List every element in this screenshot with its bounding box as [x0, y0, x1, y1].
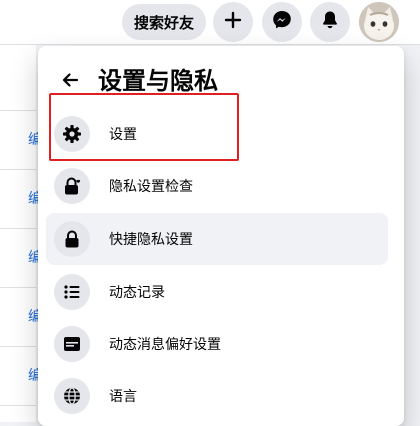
divider	[0, 287, 36, 288]
menu-item-label: 语言	[109, 389, 137, 405]
list-icon	[54, 274, 90, 310]
divider	[0, 228, 36, 229]
menu-item-label: 动态记录	[109, 285, 165, 301]
menu-item-privacy-shortcuts[interactable]: 快捷隐私设置	[46, 213, 388, 265]
search-friends-label: 搜索好友	[133, 13, 194, 32]
menu-item-label: 设置	[109, 127, 137, 143]
menu-item-settings[interactable]: 设置	[46, 108, 388, 160]
divider	[0, 169, 36, 170]
background-page: 编 编 编 编 编	[0, 45, 42, 422]
back-button[interactable]	[52, 64, 88, 100]
messenger-button[interactable]	[262, 2, 302, 42]
divider	[0, 405, 36, 406]
lock-icon	[54, 221, 90, 257]
globe-icon	[54, 378, 90, 414]
menu-item-language[interactable]: 语言	[46, 370, 388, 422]
avatar[interactable]	[359, 2, 399, 42]
settings-privacy-panel: 设置与隐私 设置 隐私设置检查 快捷隐私设置 动态记录 动态消息偏好设置 语言	[38, 46, 404, 426]
divider	[0, 346, 36, 347]
menu-item-privacy-checkup[interactable]: 隐私设置检查	[46, 160, 388, 212]
arrow-left-icon	[61, 72, 79, 92]
plus-icon	[224, 11, 242, 33]
menu-item-label: 快捷隐私设置	[109, 232, 193, 248]
cat-avatar-image	[359, 2, 399, 42]
top-bar: 搜索好友	[0, 0, 420, 45]
menu-item-label: 动态消息偏好设置	[109, 337, 221, 353]
create-button[interactable]	[213, 2, 253, 42]
notifications-button[interactable]	[310, 2, 350, 42]
messenger-icon	[272, 10, 292, 34]
gear-icon	[54, 116, 90, 152]
menu-item-activity-log[interactable]: 动态记录	[46, 266, 388, 318]
search-friends-button[interactable]: 搜索好友	[122, 4, 206, 40]
bell-icon	[321, 10, 339, 34]
menu-item-label: 隐私设置检查	[109, 179, 193, 195]
menu-item-feed-preferences[interactable]: 动态消息偏好设置	[46, 318, 388, 370]
panel-header: 设置与隐私	[38, 46, 404, 110]
panel-title: 设置与隐私	[98, 67, 218, 95]
lock-heart-icon	[54, 168, 90, 204]
divider	[0, 110, 36, 111]
feed-icon	[54, 326, 90, 362]
